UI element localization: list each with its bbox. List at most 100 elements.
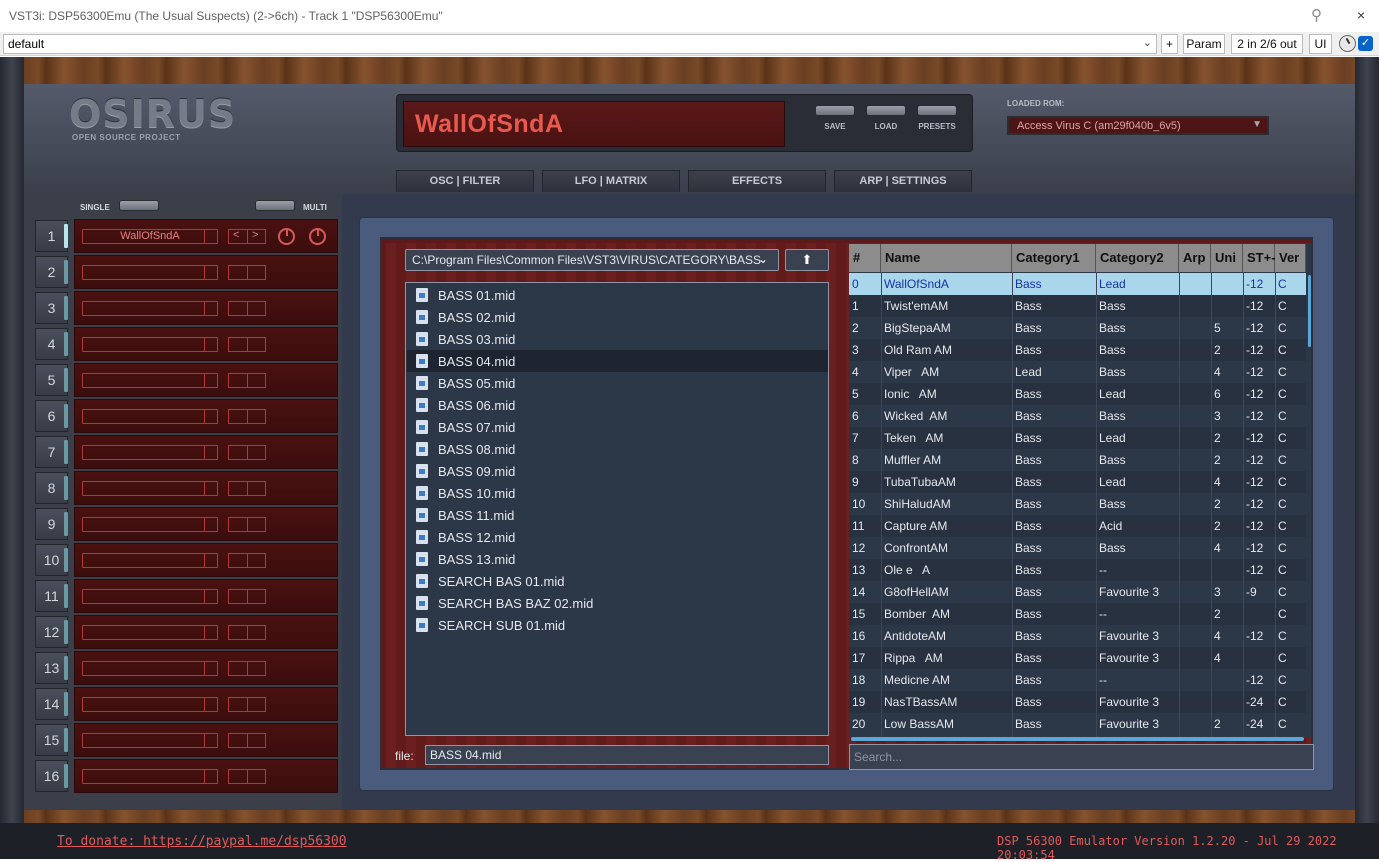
- table-row[interactable]: 7 Teken AM Bass Lead 2 -12 C: [849, 427, 1306, 449]
- file-list-item[interactable]: BASS 09.mid: [407, 460, 828, 482]
- file-list-item[interactable]: BASS 07.mid: [407, 416, 828, 438]
- part-prev-next[interactable]: [228, 481, 266, 496]
- table-row[interactable]: 10 ShiHaludAM Bass Bass 2 -12 C: [849, 493, 1306, 515]
- tab-osc-filter[interactable]: OSC | FILTER: [396, 170, 534, 192]
- part-name-field[interactable]: [82, 481, 218, 496]
- part-row[interactable]: [74, 507, 338, 541]
- table-row[interactable]: 13 Ole e A Bass -- -12 C: [849, 559, 1306, 581]
- column-header[interactable]: Uni: [1211, 244, 1243, 272]
- file-list-item[interactable]: BASS 02.mid: [407, 306, 828, 328]
- column-header[interactable]: Category1: [1012, 244, 1096, 272]
- file-list-item[interactable]: BASS 11.mid: [407, 504, 828, 526]
- param-button[interactable]: Param: [1183, 34, 1225, 54]
- table-row[interactable]: 8 Muffler AM Bass Bass 2 -12 C: [849, 449, 1306, 471]
- column-header[interactable]: #: [849, 244, 881, 272]
- file-list-item[interactable]: BASS 01.mid: [407, 284, 828, 306]
- table-row[interactable]: 15 Bomber AM Bass -- 2 C: [849, 603, 1306, 625]
- part-row[interactable]: [74, 579, 338, 613]
- wet-dry-knob-icon[interactable]: [1339, 35, 1356, 52]
- save-button[interactable]: [815, 105, 855, 116]
- part-prev-next[interactable]: [228, 265, 266, 280]
- part-row[interactable]: [74, 723, 338, 757]
- table-row[interactable]: 14 G8ofHellAM Bass Favourite 3 3 -9 C: [849, 581, 1306, 603]
- part-row[interactable]: [74, 651, 338, 685]
- part-volume-knob-icon[interactable]: [278, 228, 295, 245]
- part-prev-next[interactable]: [228, 733, 266, 748]
- rom-dropdown[interactable]: Access Virus C (am29f040b_6v5) ▼: [1007, 116, 1269, 135]
- ui-button[interactable]: UI: [1309, 34, 1332, 54]
- bypass-checkbox[interactable]: ✓: [1358, 36, 1373, 51]
- table-row[interactable]: 5 Ionic AM Bass Lead 6 -12 C: [849, 383, 1306, 405]
- tab-lfo-matrix[interactable]: LFO | MATRIX: [542, 170, 680, 192]
- part-name-field[interactable]: [82, 661, 218, 676]
- table-row[interactable]: 16 AntidoteAM Bass Favourite 3 4 -12 C: [849, 625, 1306, 647]
- part-name-field[interactable]: [82, 337, 218, 352]
- table-row[interactable]: 2 BigStepaAM Bass Bass 5 -12 C: [849, 317, 1306, 339]
- table-row[interactable]: 4 Viper AM Lead Bass 4 -12 C: [849, 361, 1306, 383]
- part-row[interactable]: [74, 687, 338, 721]
- part-prev-next[interactable]: [228, 661, 266, 676]
- part-prev-next[interactable]: [228, 553, 266, 568]
- pin-icon[interactable]: ⚲: [1311, 6, 1322, 24]
- file-list-item[interactable]: BASS 13.mid: [407, 548, 828, 570]
- part-prev-next[interactable]: [228, 625, 266, 640]
- add-button[interactable]: +: [1161, 34, 1178, 54]
- presets-button[interactable]: [917, 105, 957, 116]
- file-list-item[interactable]: BASS 12.mid: [407, 526, 828, 548]
- part-row[interactable]: [74, 327, 338, 361]
- part-name-field[interactable]: [82, 697, 218, 712]
- part-prev-next[interactable]: [228, 373, 266, 388]
- horizontal-scrollbar[interactable]: [851, 737, 1304, 741]
- io-button[interactable]: 2 in 2/6 out: [1231, 34, 1303, 54]
- table-row[interactable]: 11 Capture AM Bass Acid 2 -12 C: [849, 515, 1306, 537]
- file-list-item[interactable]: SEARCH SUB 01.mid: [407, 614, 828, 636]
- tab-effects[interactable]: EFFECTS: [688, 170, 826, 192]
- part-prev-next[interactable]: [228, 769, 266, 784]
- part-row[interactable]: [74, 399, 338, 433]
- folder-path-dropdown[interactable]: C:\Program Files\Common Files\VST3\VIRUS…: [405, 249, 779, 271]
- column-header[interactable]: ST+-: [1243, 244, 1276, 272]
- part-name-field[interactable]: [82, 553, 218, 568]
- part-row[interactable]: [74, 363, 338, 397]
- part-prev-next[interactable]: [228, 445, 266, 460]
- column-header[interactable]: Arp: [1179, 244, 1211, 272]
- part-row[interactable]: [74, 759, 338, 793]
- file-list-item[interactable]: BASS 10.mid: [407, 482, 828, 504]
- next-arrow-icon[interactable]: >: [252, 229, 258, 241]
- file-list-item[interactable]: SEARCH BAS 01.mid: [407, 570, 828, 592]
- part-row[interactable]: [74, 543, 338, 577]
- part-prev-next[interactable]: [228, 409, 266, 424]
- part-prev-next[interactable]: [228, 517, 266, 532]
- multi-mode-button[interactable]: [255, 200, 295, 211]
- part-name-field[interactable]: [82, 409, 218, 424]
- part-name-field[interactable]: [82, 769, 218, 784]
- tab-arp-settings[interactable]: ARP | SETTINGS: [834, 170, 972, 192]
- part-pan-knob-icon[interactable]: [309, 228, 326, 245]
- file-list-item[interactable]: BASS 04.mid: [407, 350, 828, 372]
- part-name-field[interactable]: [82, 373, 218, 388]
- part-prev-next[interactable]: < >: [228, 229, 266, 244]
- part-name-field[interactable]: [82, 517, 218, 532]
- table-row[interactable]: 20 Low BassAM Bass Favourite 3 2 -24 C: [849, 713, 1306, 735]
- close-icon[interactable]: ×: [1357, 8, 1371, 22]
- file-name-field[interactable]: BASS 04.mid: [425, 745, 829, 765]
- vertical-scrollbar[interactable]: [1308, 275, 1311, 347]
- file-list[interactable]: BASS 01.mid BASS 02.mid BASS 03.mid BASS 04…: [405, 282, 829, 736]
- part-name-field[interactable]: [82, 733, 218, 748]
- parent-folder-button[interactable]: ⬆: [785, 249, 829, 271]
- table-row[interactable]: 1 Twist'emAM Bass Bass -12 C: [849, 295, 1306, 317]
- file-list-item[interactable]: BASS 05.mid: [407, 372, 828, 394]
- column-header[interactable]: Ver: [1275, 244, 1306, 272]
- part-name-field[interactable]: WallOfSndA: [82, 229, 218, 244]
- part-row[interactable]: [74, 471, 338, 505]
- part-row[interactable]: [74, 435, 338, 469]
- part-name-field[interactable]: [82, 445, 218, 460]
- table-row[interactable]: 9 TubaTubaAM Bass Lead 4 -12 C: [849, 471, 1306, 493]
- file-list-item[interactable]: BASS 03.mid: [407, 328, 828, 350]
- host-preset-dropdown[interactable]: default ⌄: [3, 34, 1157, 54]
- table-row[interactable]: 6 Wicked AM Bass Bass 3 -12 C: [849, 405, 1306, 427]
- part-name-field[interactable]: [82, 589, 218, 604]
- table-row[interactable]: 17 Rippa AM Bass Favourite 3 4 C: [849, 647, 1306, 669]
- part-row[interactable]: [74, 615, 338, 649]
- table-row[interactable]: 0 WallOfSndA Bass Lead -12 C: [849, 273, 1306, 295]
